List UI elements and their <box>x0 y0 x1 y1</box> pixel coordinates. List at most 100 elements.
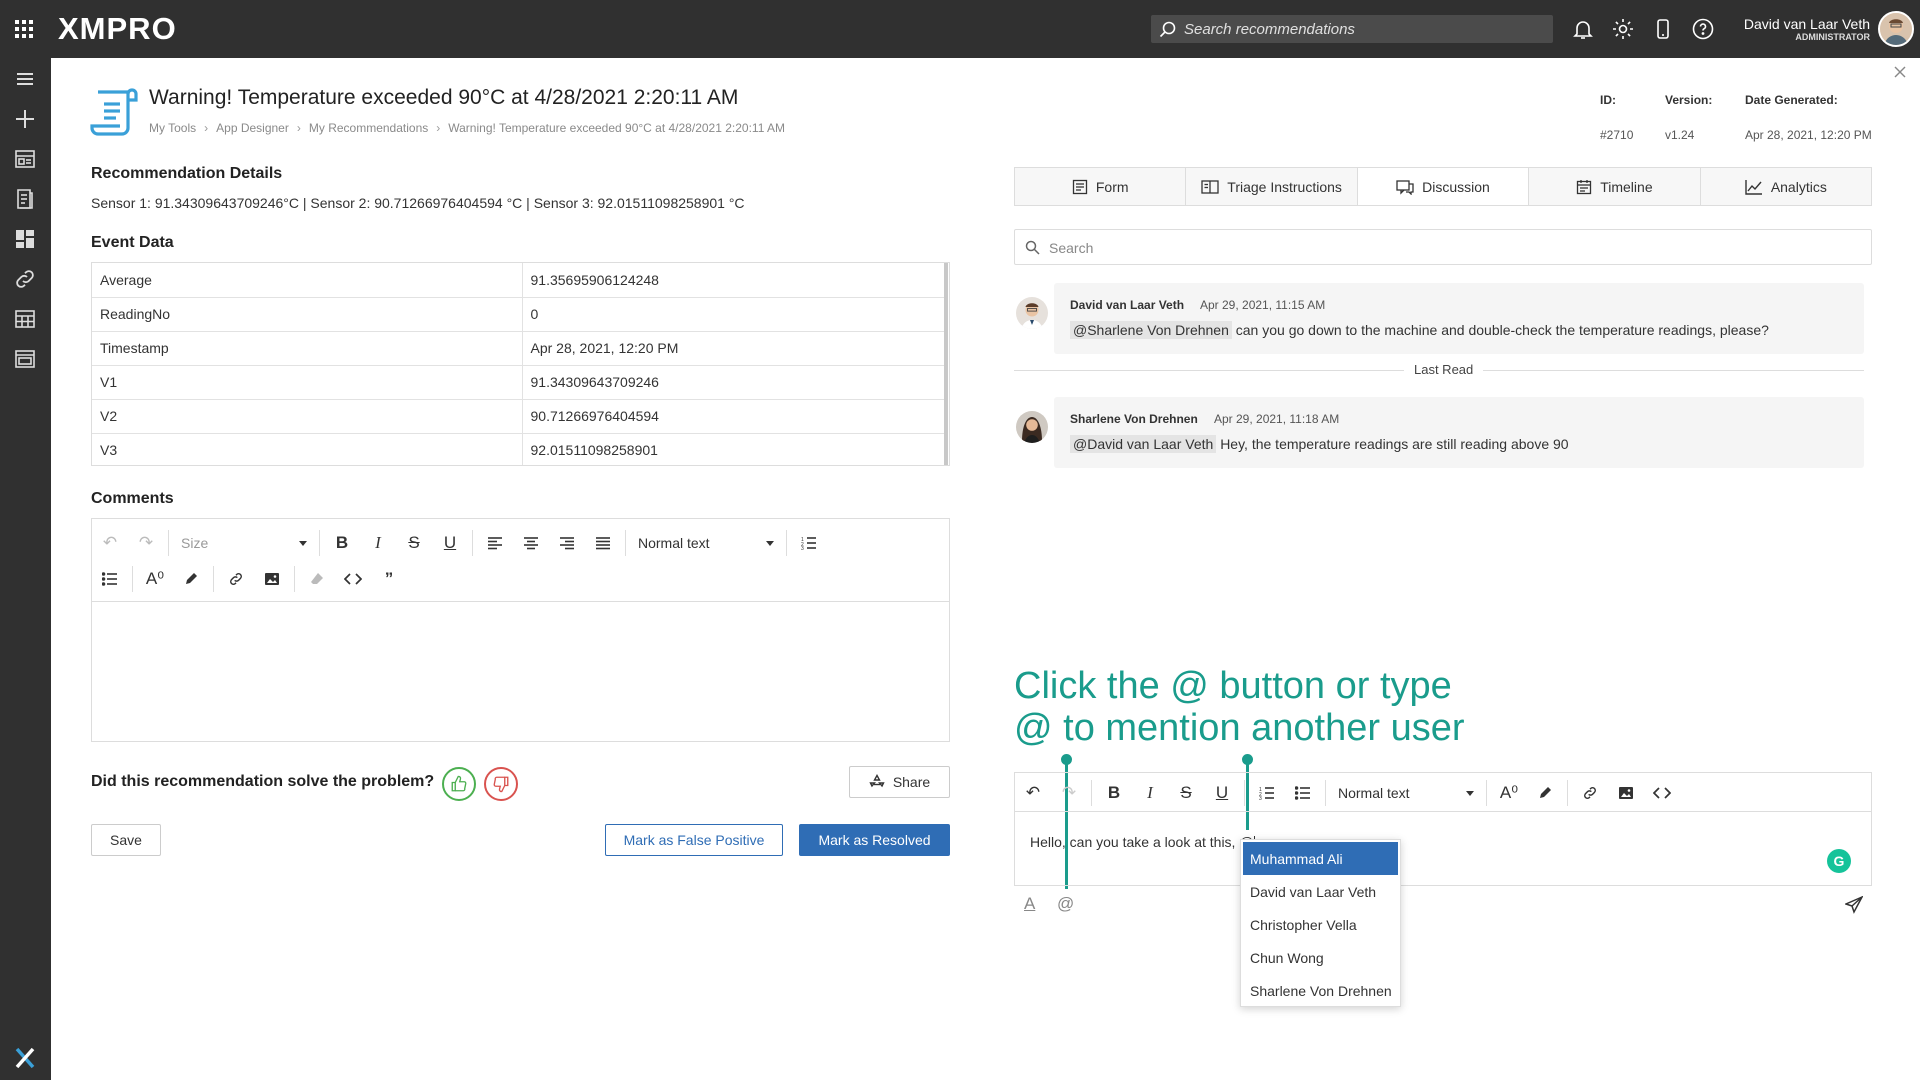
quote-icon[interactable]: ” <box>371 564 407 594</box>
tab-form[interactable]: Form <box>1015 168 1187 205</box>
thumbs-down-button[interactable] <box>484 767 518 801</box>
code-icon[interactable] <box>1644 778 1680 808</box>
ordered-list-icon[interactable]: 123 <box>1249 778 1285 808</box>
tab-discussion[interactable]: Discussion <box>1357 168 1530 205</box>
mark-resolved-button[interactable]: Mark as Resolved <box>799 824 950 856</box>
xmpro-x-icon[interactable] <box>13 1046 37 1070</box>
message-author[interactable]: David van Laar Veth <box>1070 298 1184 312</box>
event-key: Timestamp <box>92 331 523 366</box>
underline-icon[interactable]: U <box>432 528 468 558</box>
highlight-icon[interactable] <box>173 564 209 594</box>
link-icon[interactable] <box>13 267 37 291</box>
mention-option[interactable]: Chun Wong <box>1241 941 1400 974</box>
highlight-icon[interactable] <box>1527 778 1563 808</box>
grammarly-icon[interactable]: G <box>1827 849 1851 873</box>
table-scrollbar[interactable] <box>944 263 948 465</box>
bullet-list-icon[interactable] <box>1285 778 1321 808</box>
font-size-select[interactable]: Size <box>173 528 315 558</box>
mention-tag[interactable]: @David van Laar Veth <box>1070 435 1217 453</box>
align-center-icon[interactable] <box>513 528 549 558</box>
save-button[interactable]: Save <box>91 824 161 856</box>
align-justify-icon[interactable] <box>585 528 621 558</box>
mention-option[interactable]: Muhammad Ali <box>1243 842 1398 875</box>
italic-icon[interactable]: I <box>360 528 396 558</box>
ordered-list-icon[interactable]: 123 <box>791 528 827 558</box>
mention-option[interactable]: Sharlene Von Drehnen <box>1241 974 1400 1007</box>
font-color-icon[interactable]: A⁰ <box>137 564 173 594</box>
meta-id-label: ID: <box>1600 93 1616 107</box>
app-icon[interactable] <box>13 347 37 371</box>
breadcrumb-my-recommendations[interactable]: My Recommendations <box>309 121 428 135</box>
bullet-list-icon[interactable] <box>92 564 128 594</box>
app-designer-icon[interactable] <box>13 147 37 171</box>
help-icon[interactable] <box>1691 17 1715 41</box>
text-format-select[interactable]: Normal text <box>1330 778 1482 808</box>
strikethrough-icon[interactable]: S <box>1168 778 1204 808</box>
mark-false-positive-button[interactable]: Mark as False Positive <box>605 824 783 856</box>
share-button[interactable]: Share <box>849 766 950 798</box>
tab-timeline[interactable]: Timeline <box>1529 168 1701 205</box>
recommendation-scroll-icon <box>90 88 138 138</box>
avatar[interactable] <box>1016 297 1048 329</box>
dashboard-icon[interactable] <box>13 227 37 251</box>
timeline-icon <box>1577 179 1592 194</box>
redo-icon[interactable]: ↷ <box>1051 778 1087 808</box>
mention-option[interactable]: Christopher Vella <box>1241 908 1400 941</box>
event-value: 92.01511098258901 <box>522 433 946 465</box>
bold-icon[interactable]: B <box>324 528 360 558</box>
undo-icon[interactable]: ↶ <box>1015 778 1051 808</box>
svg-text:3: 3 <box>1259 796 1262 800</box>
message-author[interactable]: Sharlene Von Drehnen <box>1070 412 1198 426</box>
thumbs-up-button[interactable] <box>442 767 476 801</box>
tab-analytics[interactable]: Analytics <box>1701 168 1871 205</box>
data-stream-icon[interactable] <box>13 307 37 331</box>
tab-triage-instructions[interactable]: Triage Instructions <box>1186 168 1358 205</box>
hamburger-icon[interactable] <box>13 67 37 91</box>
user-avatar[interactable] <box>1878 11 1914 47</box>
comments-text-area[interactable] <box>92 601 949 741</box>
image-icon[interactable] <box>1608 778 1644 808</box>
event-key: Average <box>92 263 523 298</box>
avatar[interactable] <box>1016 411 1048 443</box>
underline-icon[interactable]: U <box>1204 778 1240 808</box>
mobile-icon[interactable] <box>1651 17 1675 41</box>
redo-icon[interactable]: ↷ <box>128 528 164 558</box>
font-color-icon[interactable]: A⁰ <box>1491 778 1527 808</box>
close-icon[interactable] <box>1892 64 1908 80</box>
text-format-toggle-icon[interactable]: A <box>1024 894 1035 914</box>
user-role: ADMINISTRATOR <box>1795 32 1870 42</box>
apps-grid-icon[interactable] <box>14 19 34 39</box>
search-recommendations-input[interactable]: Search recommendations <box>1151 15 1553 43</box>
align-right-icon[interactable] <box>549 528 585 558</box>
bell-icon[interactable] <box>1571 17 1595 41</box>
breadcrumb-my-tools[interactable]: My Tools <box>149 121 196 135</box>
discussion-search-input[interactable]: Search <box>1014 229 1872 265</box>
toolbar-divider <box>625 530 626 556</box>
italic-icon[interactable]: I <box>1132 778 1168 808</box>
link-icon[interactable] <box>218 564 254 594</box>
editor-toolbar-row-2: A⁰ ” <box>92 561 407 597</box>
align-left-icon[interactable] <box>477 528 513 558</box>
gear-icon[interactable] <box>1611 17 1635 41</box>
user-name[interactable]: David van Laar Veth <box>1744 16 1870 32</box>
undo-icon[interactable]: ↶ <box>92 528 128 558</box>
reply-text-area[interactable]: Hello, can you take a look at this, @ G <box>1015 811 1871 885</box>
recommendations-icon[interactable] <box>13 187 37 211</box>
breadcrumb-app-designer[interactable]: App Designer <box>216 121 289 135</box>
bold-icon[interactable]: B <box>1096 778 1132 808</box>
plus-icon[interactable] <box>13 107 37 131</box>
mention-tag[interactable]: @Sharlene Von Drehnen <box>1070 321 1232 339</box>
text-format-select[interactable]: Normal text <box>630 528 782 558</box>
clear-format-icon[interactable] <box>299 564 335 594</box>
thumbs-up-icon <box>451 775 467 792</box>
strikethrough-icon[interactable]: S <box>396 528 432 558</box>
link-icon[interactable] <box>1572 778 1608 808</box>
mention-at-icon[interactable]: @ <box>1057 894 1074 914</box>
code-icon[interactable] <box>335 564 371 594</box>
send-icon[interactable] <box>1845 896 1863 914</box>
meta-id-value: #2710 <box>1600 128 1634 142</box>
mention-option[interactable]: David van Laar Veth <box>1241 875 1400 908</box>
image-icon[interactable] <box>254 564 290 594</box>
search-icon <box>1159 21 1176 38</box>
xmpro-logo[interactable]: XMPRO <box>58 11 177 47</box>
